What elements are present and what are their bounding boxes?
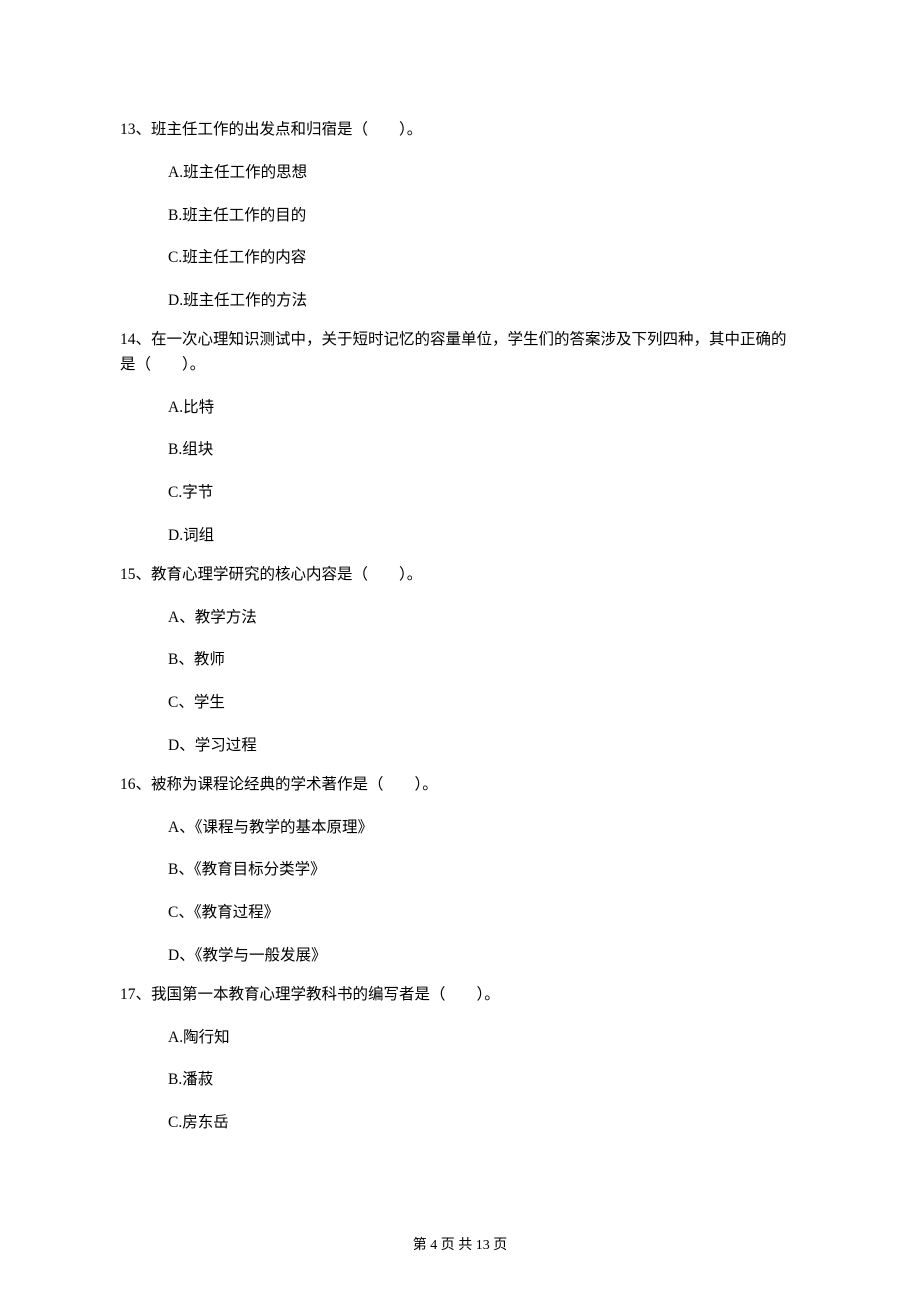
option-d: D.班主任工作的方法	[168, 289, 800, 314]
question-options: A.比特 B.组块 C.字节 D.词组	[120, 396, 800, 549]
question-text: 13、班主任工作的出发点和归宿是（ ）。	[120, 118, 800, 143]
question-16: 16、被称为课程论经典的学术著作是（ ）。 A、《课程与教学的基本原理》 B、《…	[120, 773, 800, 969]
option-a: A.比特	[168, 396, 800, 421]
question-15: 15、教育心理学研究的核心内容是（ ）。 A、教学方法 B、教师 C、学生 D、…	[120, 563, 800, 759]
option-d: D、学习过程	[168, 734, 800, 759]
question-options: A、《课程与教学的基本原理》 B、《教育目标分类学》 C、《教育过程》 D、《教…	[120, 816, 800, 969]
option-b: B.班主任工作的目的	[168, 204, 800, 229]
question-options: A.陶行知 B.潘菽 C.房东岳	[120, 1026, 800, 1136]
question-options: A、教学方法 B、教师 C、学生 D、学习过程	[120, 606, 800, 759]
document-page: 13、班主任工作的出发点和归宿是（ ）。 A.班主任工作的思想 B.班主任工作的…	[0, 0, 920, 1136]
option-a: A、《课程与教学的基本原理》	[168, 816, 800, 841]
option-a: A.班主任工作的思想	[168, 161, 800, 186]
option-c: C、学生	[168, 691, 800, 716]
option-b: B.潘菽	[168, 1068, 800, 1093]
option-d: D.词组	[168, 524, 800, 549]
option-c: C.班主任工作的内容	[168, 246, 800, 271]
question-13: 13、班主任工作的出发点和归宿是（ ）。 A.班主任工作的思想 B.班主任工作的…	[120, 118, 800, 314]
option-b: B、《教育目标分类学》	[168, 858, 800, 883]
page-footer: 第 4 页 共 13 页	[0, 1234, 920, 1254]
option-c: C.字节	[168, 481, 800, 506]
question-17: 17、我国第一本教育心理学教科书的编写者是（ ）。 A.陶行知 B.潘菽 C.房…	[120, 983, 800, 1136]
question-text: 17、我国第一本教育心理学教科书的编写者是（ ）。	[120, 983, 800, 1008]
option-b: B、教师	[168, 648, 800, 673]
question-14: 14、在一次心理知识测试中，关于短时记忆的容量单位，学生们的答案涉及下列四种，其…	[120, 328, 800, 549]
option-d: D、《教学与一般发展》	[168, 944, 800, 969]
option-a: A、教学方法	[168, 606, 800, 631]
question-options: A.班主任工作的思想 B.班主任工作的目的 C.班主任工作的内容 D.班主任工作…	[120, 161, 800, 314]
option-c: C.房东岳	[168, 1111, 800, 1136]
question-text: 14、在一次心理知识测试中，关于短时记忆的容量单位，学生们的答案涉及下列四种，其…	[120, 328, 800, 378]
option-a: A.陶行知	[168, 1026, 800, 1051]
question-text: 15、教育心理学研究的核心内容是（ ）。	[120, 563, 800, 588]
option-b: B.组块	[168, 438, 800, 463]
question-text: 16、被称为课程论经典的学术著作是（ ）。	[120, 773, 800, 798]
option-c: C、《教育过程》	[168, 901, 800, 926]
